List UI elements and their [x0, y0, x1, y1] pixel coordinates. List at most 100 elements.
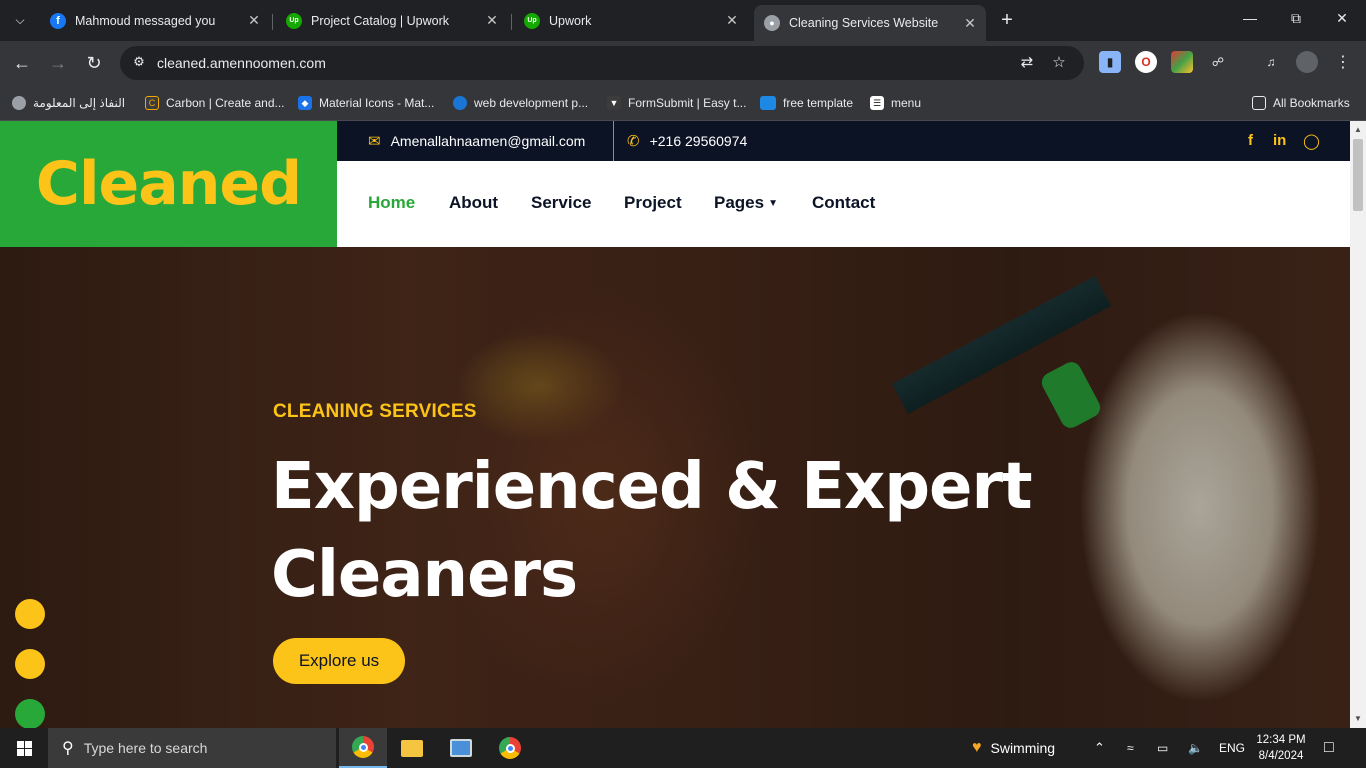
page-scrollbar[interactable]: ▲ ▼	[1350, 121, 1366, 728]
media-control-icon[interactable]: ♫	[1260, 51, 1282, 73]
bookmark-label: Carbon | Create and...	[166, 96, 285, 110]
extension-color-icon[interactable]	[1171, 51, 1193, 73]
chrome-icon	[499, 737, 521, 759]
chrome-menu-icon[interactable]: ⋮	[1332, 51, 1354, 73]
phone-text: +216 29560974	[649, 133, 748, 149]
all-bookmarks[interactable]: All Bookmarks	[1252, 93, 1350, 113]
start-button[interactable]	[0, 728, 48, 768]
email-contact[interactable]: ✉ Amenallahnaamen@gmail.com	[368, 121, 585, 161]
nav-project[interactable]: Project	[624, 193, 682, 213]
bookmarks-bar: النفاذ إلى المعلومة C Carbon | Create an…	[0, 85, 1366, 121]
close-icon[interactable]: ✕	[722, 12, 742, 29]
extension-docs-icon[interactable]: ▮	[1099, 51, 1121, 73]
extension-opera-icon[interactable]: O	[1135, 51, 1157, 73]
tab-title: Project Catalog | Upwork	[311, 13, 450, 28]
bookmark-item[interactable]: web development p...	[453, 93, 588, 113]
scroll-down-icon[interactable]: ▼	[1354, 715, 1362, 723]
site-info-icon[interactable]: ⚙	[130, 54, 148, 72]
nav-about[interactable]: About	[449, 193, 498, 213]
nav-home[interactable]: Home	[368, 193, 415, 213]
taskbar-chrome[interactable]	[339, 728, 387, 768]
phone-contact[interactable]: ✆ +216 29560974	[627, 121, 747, 161]
nav-service[interactable]: Service	[531, 193, 592, 213]
bookmark-label: web development p...	[474, 96, 589, 110]
facebook-icon[interactable]: f	[1248, 132, 1253, 149]
windows-logo-icon	[16, 740, 32, 756]
template-icon	[760, 96, 776, 110]
nav-contact[interactable]: Contact	[812, 193, 875, 213]
bookmark-icon	[453, 96, 467, 110]
scroll-up-icon[interactable]: ▲	[1354, 126, 1362, 134]
forward-arrow-icon[interactable]: →	[46, 51, 70, 75]
nav-pages-dropdown[interactable]: Pages ▼	[714, 193, 778, 213]
bookmark-item[interactable]: ☰ menu	[870, 93, 921, 113]
globe-icon	[12, 96, 26, 110]
bookmark-item[interactable]: ◆ Material Icons - Mat...	[298, 93, 434, 113]
bookmark-item[interactable]: النفاذ إلى المعلومة	[12, 93, 125, 113]
translate-icon[interactable]: ⇄	[1017, 53, 1037, 73]
phone-icon: ✆	[627, 133, 640, 150]
tray-overflow-chevron-icon[interactable]: ⌃	[1094, 728, 1105, 768]
search-icon: ⚲	[62, 740, 74, 757]
language-indicator[interactable]: ENG	[1219, 728, 1245, 768]
close-icon[interactable]: ✕	[482, 12, 502, 29]
reload-icon[interactable]: ↻	[82, 51, 106, 75]
linkedin-icon[interactable]: in	[1273, 132, 1286, 149]
upwork-icon: Up	[524, 12, 540, 29]
windows-taskbar: ⚲ Type here to search ♥ Swimming ⌃ ≈ ▭ 🔈…	[0, 728, 1366, 768]
carousel-dot-3-active[interactable]	[15, 699, 45, 728]
instagram-icon[interactable]: ◯	[1303, 132, 1320, 150]
new-tab-button[interactable]: +	[996, 9, 1018, 31]
taskbar-chrome-profile[interactable]	[486, 728, 534, 768]
carousel-dot-2[interactable]	[15, 649, 45, 679]
divider	[613, 121, 614, 161]
folder-icon	[1252, 96, 1266, 110]
weather-widget[interactable]: ♥ Swimming	[972, 728, 1055, 768]
notification-icon[interactable]: □	[1324, 728, 1334, 768]
close-icon[interactable]: ✕	[960, 15, 980, 32]
caret-down-icon: ▼	[768, 198, 778, 210]
tab-title: Mahmoud messaged you	[75, 13, 216, 28]
bookmark-label: FormSubmit | Easy t...	[628, 96, 747, 110]
taskbar-file-explorer[interactable]	[388, 728, 436, 768]
tab-search-chevron-icon[interactable]: ⌵	[8, 8, 32, 32]
bookmark-item[interactable]: C Carbon | Create and...	[145, 93, 285, 113]
bookmark-label: النفاذ إلى المعلومة	[33, 96, 126, 110]
window-close-icon[interactable]: ✕	[1332, 10, 1352, 27]
clock[interactable]: 12:34 PM 8/4/2024	[1248, 732, 1314, 764]
hero-headline-line1: Experienced & Expert	[271, 450, 1033, 524]
upwork-icon: Up	[286, 12, 302, 29]
tab-project-catalog[interactable]: Up Project Catalog | Upwork ✕	[276, 6, 508, 35]
taskbar-search[interactable]: ⚲ Type here to search	[48, 728, 336, 768]
tab-strip: ⌵ f Mahmoud messaged you ✕ Up Project Ca…	[0, 0, 1366, 41]
site-logo[interactable]: Cleaned	[0, 121, 337, 247]
wifi-icon[interactable]: ≈	[1127, 728, 1134, 768]
hero-headline: Experienced & Expert Cleaners	[271, 443, 1171, 619]
tab-cleaning-services[interactable]: ● Cleaning Services Website ✕	[754, 5, 986, 41]
battery-icon[interactable]: ▭	[1157, 728, 1168, 768]
bookmark-item[interactable]: ▼ FormSubmit | Easy t...	[607, 93, 746, 113]
explore-us-button[interactable]: Explore us	[273, 638, 405, 684]
contact-topbar: ✉ Amenallahnaamen@gmail.com ✆ +216 29560…	[337, 121, 1350, 161]
extensions-puzzle-icon[interactable]: ☍	[1207, 51, 1229, 73]
close-icon[interactable]: ✕	[244, 12, 264, 29]
bookmark-label: menu	[891, 96, 922, 110]
material-icons-icon: ◆	[298, 96, 312, 110]
tab-upwork[interactable]: Up Upwork ✕	[514, 6, 748, 35]
volume-icon[interactable]: 🔈	[1188, 728, 1203, 768]
profile-avatar[interactable]	[1296, 51, 1318, 73]
back-arrow-icon[interactable]: ←	[10, 51, 34, 75]
bookmark-star-icon[interactable]: ☆	[1049, 53, 1069, 73]
carousel-dot-1[interactable]	[15, 599, 45, 629]
restore-icon[interactable]: ⧉	[1286, 10, 1306, 27]
scroll-thumb[interactable]	[1353, 139, 1363, 211]
all-bookmarks-label: All Bookmarks	[1273, 96, 1350, 110]
minimize-icon[interactable]: —	[1240, 10, 1260, 26]
tab-mahmoud[interactable]: f Mahmoud messaged you ✕	[40, 6, 270, 35]
taskbar-control-panel[interactable]	[437, 728, 485, 768]
page-viewport: Cleaned ✉ Amenallahnaamen@gmail.com ✆ +2…	[0, 121, 1350, 728]
address-bar[interactable]: ⚙ cleaned.amennoomen.com ⇄ ☆	[120, 46, 1084, 80]
url-text[interactable]: cleaned.amennoomen.com	[157, 55, 326, 71]
hero-headline-line2: Cleaners	[271, 538, 578, 612]
bookmark-item[interactable]: free template	[760, 93, 853, 113]
